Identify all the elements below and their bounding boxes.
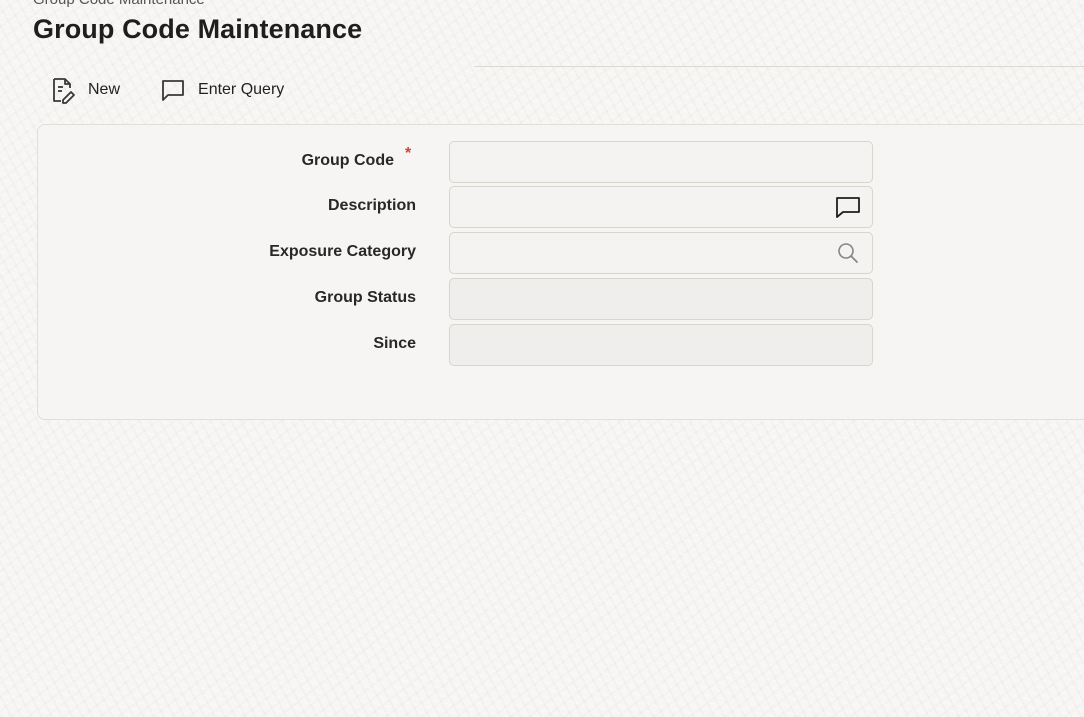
toolbar: New Enter Query [50, 76, 284, 104]
description-row: Description [0, 186, 1084, 228]
new-button[interactable]: New [50, 76, 120, 104]
enter-query-button[interactable]: Enter Query [160, 78, 284, 102]
search-icon[interactable] [834, 241, 862, 265]
group-code-label: Group Code [301, 152, 394, 169]
since-row: Since [0, 324, 1084, 366]
group-status-label: Group Status [314, 289, 416, 306]
new-button-label: New [88, 81, 121, 98]
description-label: Description [327, 197, 416, 214]
page-title: Group Code Maintenance [33, 14, 363, 44]
group-code-input[interactable] [449, 141, 873, 183]
title-divider [474, 66, 1084, 67]
group-status-input[interactable] [449, 278, 873, 320]
exposure-category-input[interactable] [449, 232, 873, 274]
description-input[interactable] [449, 186, 873, 228]
required-marker: * [405, 145, 412, 162]
window-title-fragment: Group Code Maintenance [33, 0, 205, 8]
enter-query-button-label: Enter Query [198, 81, 285, 98]
group-code-row: Group Code * [0, 141, 1084, 183]
new-document-icon [50, 76, 76, 104]
since-input[interactable] [449, 324, 873, 366]
exposure-category-row: Exposure Category [0, 232, 1084, 274]
group-status-row: Group Status [0, 278, 1084, 320]
comment-bubble-icon [160, 78, 186, 102]
exposure-category-label: Exposure Category [269, 243, 416, 260]
since-label: Since [373, 335, 416, 352]
comment-bubble-icon[interactable] [834, 195, 862, 219]
